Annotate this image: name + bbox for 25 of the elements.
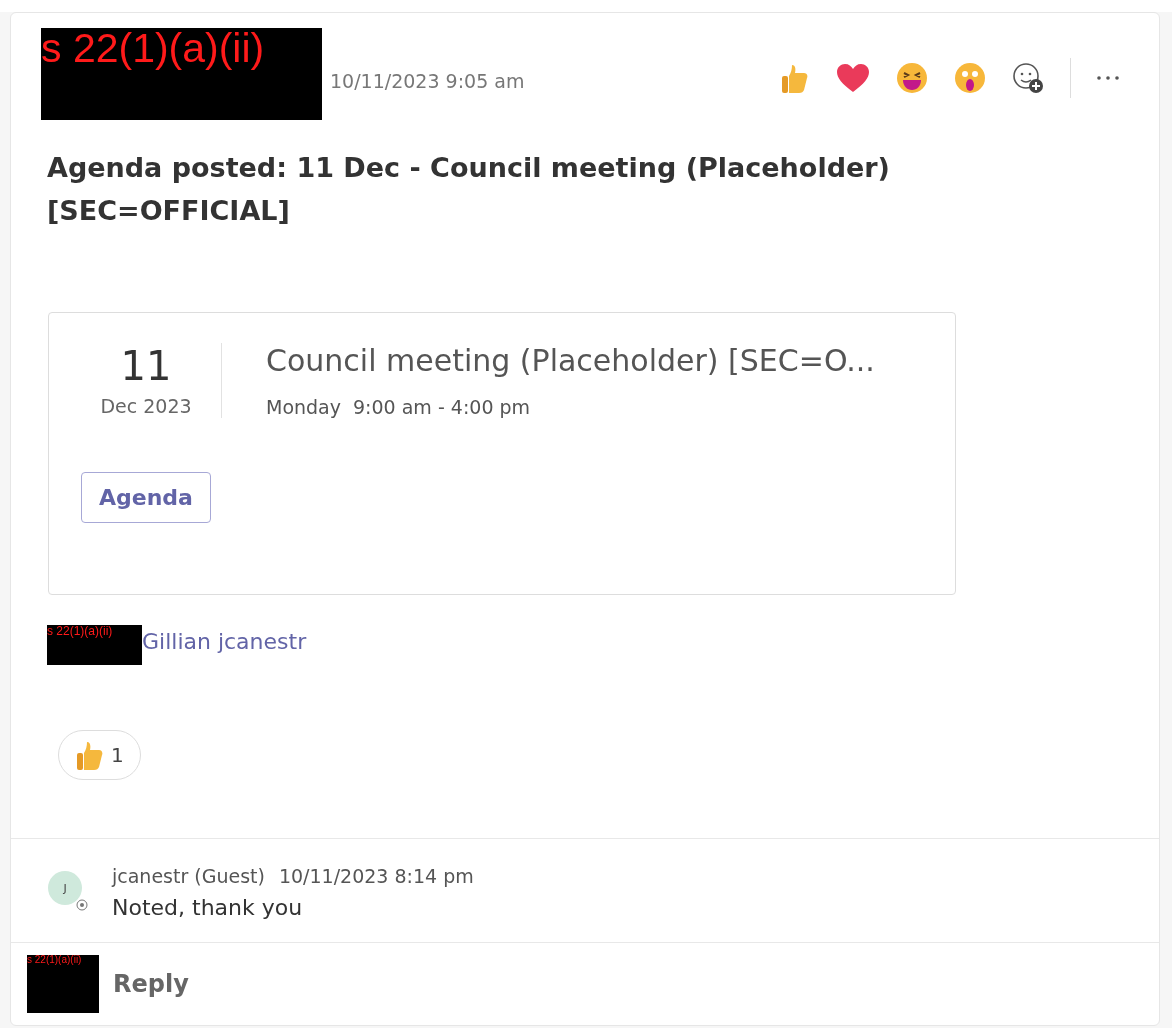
redaction: s 22(1)(a)(ii) xyxy=(41,28,322,120)
reaction-pill[interactable]: 1 xyxy=(58,730,141,780)
agenda-button[interactable]: Agenda xyxy=(81,472,211,523)
event-title: Council meeting (Placeholder) [SEC=O... xyxy=(266,343,875,378)
guest-icon xyxy=(76,899,88,911)
reply-timestamp: 10/11/2023 8:14 pm xyxy=(278,865,474,887)
event-time: 9:00 am - 4:00 pm xyxy=(353,396,531,418)
thumbs-up-icon[interactable] xyxy=(780,62,810,94)
event-day: 11 xyxy=(120,343,172,389)
more-options-icon[interactable] xyxy=(1097,76,1119,80)
laughing-face-icon[interactable] xyxy=(896,62,928,94)
event-weekday: Monday xyxy=(266,396,341,418)
mention-link[interactable]: Gillian jcanestr xyxy=(142,625,307,665)
event-month: Dec 2023 xyxy=(100,395,192,417)
timestamp: 10/11/2023 9:05 am xyxy=(330,70,525,94)
message-title: Agenda posted: 11 Dec - Council meeting (Placeholder) [SEC=OFFICIAL] xyxy=(47,151,891,228)
redaction: s 22(1)(a)(ii) xyxy=(27,955,99,1013)
reply-author: jcanestr (Guest) xyxy=(112,865,265,887)
redaction: s 22(1)(a)(ii) xyxy=(47,625,142,665)
reply-button[interactable]: Reply xyxy=(113,970,189,998)
surprised-face-icon[interactable] xyxy=(954,62,986,94)
reply-text: Noted, thank you xyxy=(112,895,304,920)
thumbs-up-icon[interactable] xyxy=(75,739,105,771)
add-reaction-icon[interactable] xyxy=(1012,62,1044,94)
heart-icon[interactable] xyxy=(836,63,870,93)
